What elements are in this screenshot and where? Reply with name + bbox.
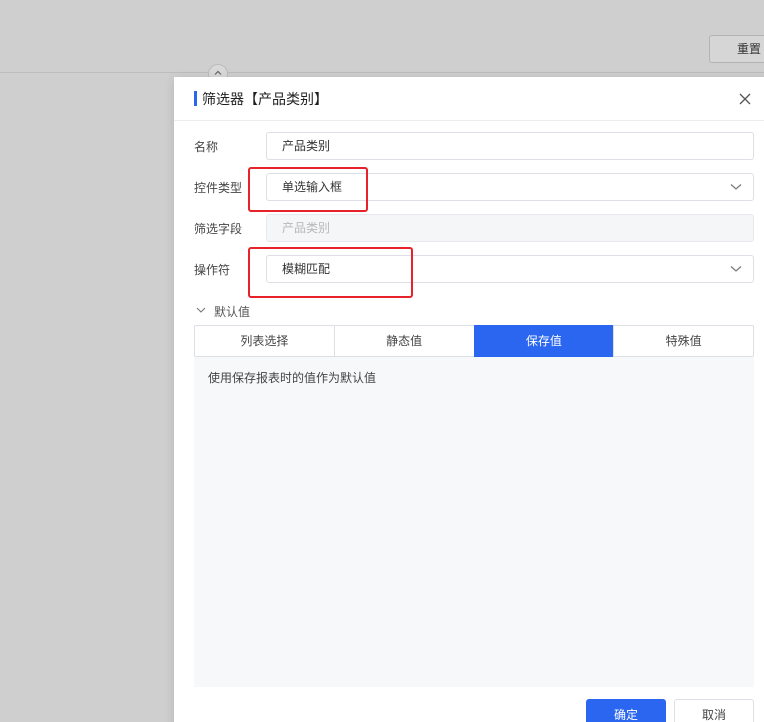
name-label: 名称 [194, 140, 219, 154]
filter-field-label: 筛选字段 [194, 222, 243, 236]
chevron-down-icon [730, 184, 742, 190]
close-icon[interactable] [738, 92, 752, 106]
background-divider [0, 72, 764, 73]
title-accent-bar [194, 91, 197, 106]
tab-saved-value[interactable]: 保存值 [473, 325, 615, 357]
tab-static-value[interactable]: 静态值 [333, 325, 475, 357]
operator-value: 模糊匹配 [282, 262, 331, 276]
dialog-header: 筛选器【产品类别】 [174, 77, 764, 121]
operator-label: 操作符 [194, 263, 231, 277]
collapse-chevron-icon [196, 307, 206, 313]
filter-field-input: 产品类别 [266, 214, 754, 242]
dialog-title: 筛选器【产品类别】 [202, 92, 328, 108]
panel-description: 使用保存报表时的值作为默认值 [208, 371, 377, 385]
filter-dialog: 筛选器【产品类别】 名称 产品类别 控件类型 单选输入框 筛选字段 产品类别 操… [174, 77, 764, 722]
control-type-label: 控件类型 [194, 181, 243, 195]
default-value-label: 默认值 [214, 305, 251, 319]
control-type-value: 单选输入框 [282, 180, 343, 194]
reset-button[interactable]: 重置 [709, 35, 764, 63]
tab-list-select[interactable]: 列表选择 [194, 325, 335, 357]
operator-select[interactable]: 模糊匹配 [266, 255, 754, 283]
control-type-select[interactable]: 单选输入框 [266, 173, 754, 201]
tab-special-value[interactable]: 特殊值 [613, 325, 754, 357]
default-value-panel: 使用保存报表时的值作为默认值 [194, 357, 754, 687]
default-value-tabs: 列表选择 静态值 保存值 特殊值 [194, 325, 754, 357]
chevron-down-icon [730, 266, 742, 272]
confirm-button[interactable]: 确定 [586, 699, 666, 722]
name-input[interactable]: 产品类别 [266, 132, 754, 160]
cancel-button[interactable]: 取消 [674, 699, 754, 722]
